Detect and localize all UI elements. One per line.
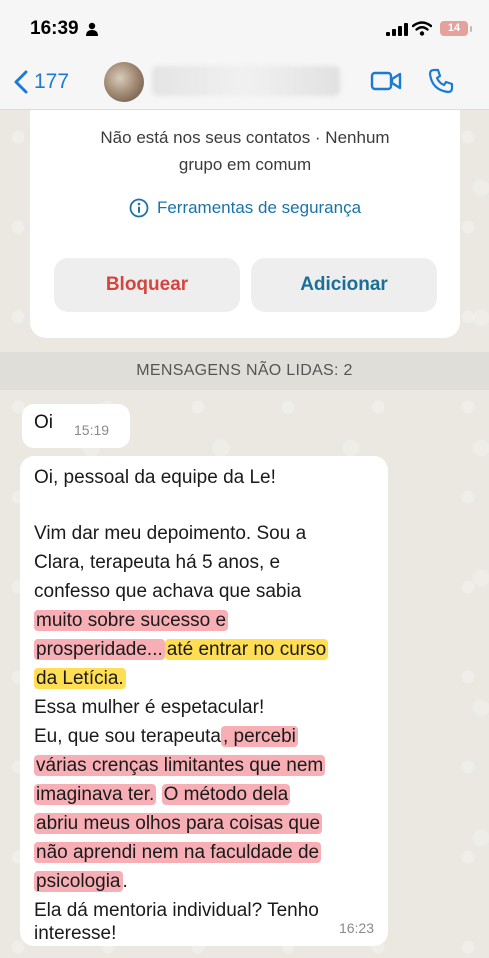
message-line: Essa mulher é espetacular!: [34, 697, 265, 718]
highlight-pink: , percebi: [220, 726, 298, 747]
message-bubble[interactable]: Oi 15:19: [22, 404, 130, 448]
safety-tools-link[interactable]: Ferramentas de segurança: [30, 198, 460, 218]
message-bubble[interactable]: Oi, pessoal da equipe da Le! Vim dar meu…: [20, 456, 388, 946]
highlight-pink: psicologia: [34, 871, 123, 892]
info-icon: [129, 198, 149, 218]
block-button[interactable]: Bloquear: [54, 258, 240, 312]
highlight-yellow: da Letícia.: [34, 668, 126, 689]
message-line: muito sobre sucesso e: [34, 609, 229, 633]
highlight-pink: imaginava ter.: [34, 784, 157, 805]
add-contact-button[interactable]: Adicionar: [251, 258, 437, 312]
unknown-contact-card: Não está nos seus contatos · Nenhum grup…: [30, 110, 460, 338]
message-line: interesse!: [34, 923, 117, 944]
message-line: Clara, terapeuta há 5 anos, e: [34, 552, 281, 573]
status-bar: 16:39 14: [0, 0, 489, 54]
wifi-icon: [412, 21, 432, 36]
message-line: Vim dar meu depoimento. Sou a: [34, 523, 307, 544]
unread-messages-banner: MENSAGENS NÃO LIDAS: 2: [0, 352, 489, 390]
status-time: 16:39: [30, 18, 79, 39]
highlight-pink: O método dela: [161, 784, 291, 805]
message-line: confesso que achava que sabia: [34, 581, 302, 602]
message-line: Ela dá mentoria individual? Tenho: [34, 900, 319, 921]
highlight-pink: não aprendi nem na faculdade de: [34, 842, 322, 863]
back-button[interactable]: 177: [14, 66, 69, 98]
unread-count: 177: [34, 70, 70, 93]
highlight-pink: muito sobre sucesso e: [34, 610, 229, 631]
message-line: não aprendi nem na faculdade de: [34, 841, 322, 865]
message-line: várias crenças limitantes que nem: [34, 754, 326, 778]
highlight-pink: várias crenças limitantes que nem: [34, 755, 326, 776]
message-fragment: .: [122, 871, 128, 892]
signal-icon: [386, 23, 408, 36]
card-note-line: Não está nos seus contatos · Nenhum: [100, 128, 390, 147]
highlight-pink: abriu meus olhos para coisas que: [34, 813, 323, 834]
message-line: da Letícia.: [34, 667, 126, 691]
chat-header: 177: [0, 54, 489, 110]
highlight-pink: prosperidade...: [34, 639, 165, 660]
phone-icon[interactable]: [428, 68, 454, 94]
message-line: abriu meus olhos para coisas que: [34, 812, 323, 836]
message-time: 15:19: [74, 422, 110, 438]
message-text: Oi: [34, 412, 53, 433]
contact-card-note: Não está nos seus contatos · Nenhum grup…: [50, 124, 440, 178]
message-line: Oi, pessoal da equipe da Le!: [34, 467, 276, 488]
message-line: imaginava ter. O método dela: [34, 783, 291, 807]
person-icon: [86, 22, 98, 36]
message-line: prosperidade... até entrar no curso: [34, 638, 329, 662]
video-call-icon[interactable]: [370, 70, 402, 92]
message-line: Eu, que sou terapeuta, percebi: [34, 725, 298, 749]
message-line: psicologia.: [34, 870, 128, 894]
chat-body[interactable]: Não está nos seus contatos · Nenhum grup…: [0, 110, 489, 958]
message-fragment: Eu, que sou terapeuta: [34, 726, 221, 747]
avatar[interactable]: [104, 62, 144, 102]
safety-tools-label: Ferramentas de segurança: [156, 198, 362, 217]
contact-name-redacted[interactable]: [152, 66, 340, 96]
chevron-left-icon: [14, 70, 28, 94]
highlight-yellow: até entrar no curso: [164, 639, 329, 660]
card-note-line: grupo em comum: [178, 155, 312, 174]
message-time: 16:23: [338, 920, 374, 936]
battery-indicator: 14: [440, 21, 472, 36]
